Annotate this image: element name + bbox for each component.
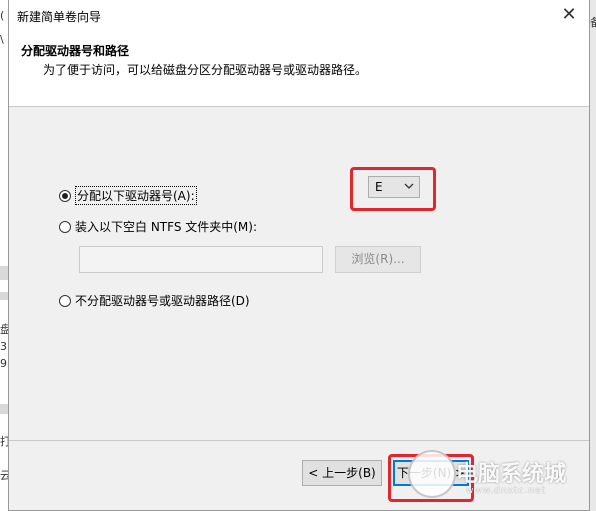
wizard-header: 分配驱动器号和路径 为了便于访问，可以给磁盘分区分配驱动器号或驱动器路径。	[9, 32, 589, 107]
bg-bar	[0, 266, 8, 280]
bg-fragment: \	[0, 33, 4, 46]
bg-fragment: 9	[0, 357, 7, 370]
close-button[interactable]: ✕	[555, 3, 583, 27]
no-assign-label: 不分配驱动器号或驱动器路径(D)	[75, 294, 250, 308]
highlight-box-next	[388, 454, 474, 502]
mount-folder-label: 装入以下空白 NTFS 文件夹中(M):	[75, 220, 258, 234]
browse-button[interactable]: 浏览(R)...	[335, 246, 421, 273]
assign-letter-option[interactable]: 分配以下驱动器号(A):	[59, 186, 197, 205]
title-bar[interactable]: 新建简单卷向导 ✕	[9, 0, 589, 32]
back-button[interactable]: < 上一步(B)	[302, 460, 382, 486]
no-assign-radio[interactable]	[59, 294, 71, 307]
bg-bar	[0, 404, 8, 414]
page-title: 分配驱动器号和路径	[21, 44, 130, 58]
window-title: 新建简单卷向导	[17, 10, 102, 24]
no-assign-option[interactable]: 不分配驱动器号或驱动器路径(D)	[59, 292, 250, 309]
folder-path-input[interactable]	[79, 246, 323, 273]
mount-folder-option[interactable]: 装入以下空白 NTFS 文件夹中(M):	[59, 218, 257, 235]
new-simple-volume-wizard: 新建简单卷向导 ✕ 分配驱动器号和路径 为了便于访问，可以给磁盘分区分配驱动器号…	[8, 0, 590, 511]
assign-letter-label: 分配以下驱动器号(A):	[75, 186, 197, 205]
close-icon: ✕	[561, 4, 577, 25]
mount-folder-radio[interactable]	[59, 220, 71, 233]
page-subtitle: 为了便于访问，可以给磁盘分区分配驱动器号或驱动器路径。	[43, 63, 368, 77]
bg-fragment: 备	[590, 16, 596, 29]
bg-bar	[0, 292, 8, 300]
assign-letter-radio[interactable]	[59, 189, 71, 202]
highlight-box-drive-letter	[350, 167, 436, 211]
bg-fragment: (	[0, 9, 5, 22]
bg-fragment: 3	[0, 340, 7, 353]
background-window-right: 备	[589, 0, 596, 511]
footer-divider	[9, 440, 589, 441]
